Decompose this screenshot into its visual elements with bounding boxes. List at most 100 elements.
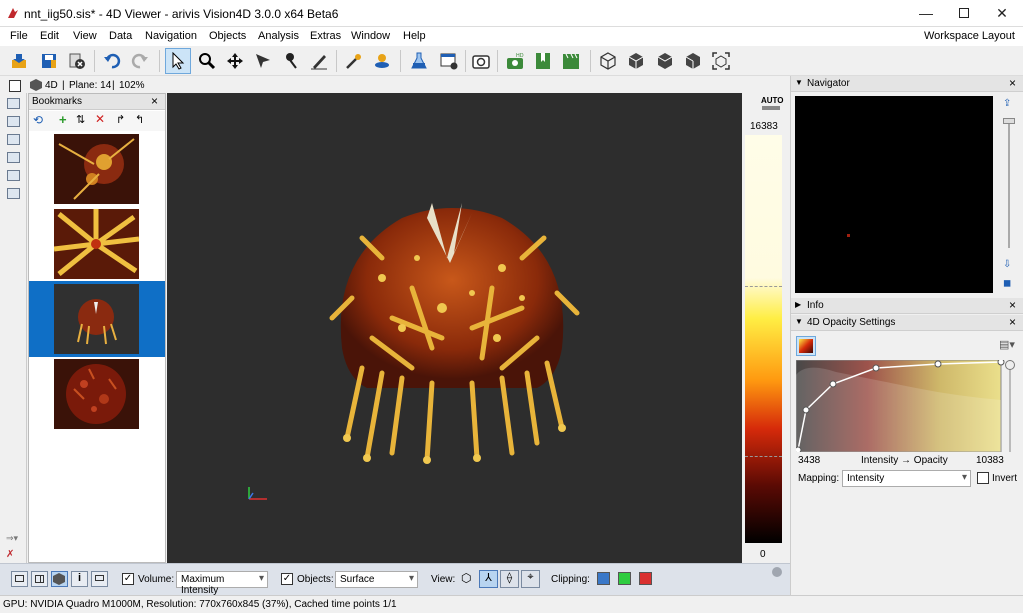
- menu-navigation[interactable]: Navigation: [145, 30, 197, 42]
- fit-view-button[interactable]: [708, 48, 734, 74]
- layout-vertical-icon[interactable]: [7, 134, 20, 145]
- magic-wand-button[interactable]: [341, 48, 367, 74]
- menu-extras[interactable]: Extras: [310, 30, 341, 42]
- view-cube-top-button[interactable]: [652, 48, 678, 74]
- view-free-icon[interactable]: ⬡: [461, 571, 471, 585]
- render-viewport[interactable]: [167, 93, 742, 563]
- analysis-button[interactable]: [406, 48, 432, 74]
- expand-icon[interactable]: ⇒▾: [6, 533, 18, 544]
- navigator-zoom-slider[interactable]: [1008, 118, 1010, 248]
- close-icon[interactable]: ×: [1009, 76, 1016, 90]
- close-icon[interactable]: ×: [1009, 298, 1016, 312]
- presets-icon[interactable]: ▤▾: [999, 338, 1015, 351]
- navigator-preview[interactable]: [795, 96, 993, 293]
- zoom-out-icon[interactable]: ⇩: [1003, 259, 1011, 270]
- delete-icon[interactable]: ✕: [95, 112, 105, 126]
- import-icon[interactable]: ↰: [135, 113, 144, 126]
- layout-single-icon[interactable]: [7, 98, 20, 109]
- layout-nine-icon[interactable]: [7, 188, 20, 199]
- draw-tool-button[interactable]: [306, 48, 332, 74]
- menu-help[interactable]: Help: [403, 30, 426, 42]
- menu-file[interactable]: File: [10, 30, 28, 42]
- object-table-button[interactable]: [436, 48, 462, 74]
- view-presentation-button[interactable]: [91, 571, 108, 587]
- layout-quad-icon[interactable]: [7, 152, 20, 163]
- colormap-button[interactable]: [796, 336, 816, 356]
- pan-tool-button[interactable]: [222, 48, 248, 74]
- zoom-in-icon[interactable]: ⇪: [1003, 98, 1011, 109]
- opacity-scale-slider[interactable]: [1009, 360, 1011, 452]
- close-button[interactable]: ✕: [983, 0, 1021, 26]
- view-3d-button[interactable]: [51, 571, 68, 587]
- layout-six-icon[interactable]: [7, 170, 20, 181]
- layout-horizontal-icon[interactable]: [7, 116, 20, 127]
- bookmark-thumbnail-4[interactable]: [54, 359, 139, 429]
- view-2d-button[interactable]: [11, 571, 28, 587]
- navigate-tool-button[interactable]: [250, 48, 276, 74]
- bookmark-thumbnail-3[interactable]: [54, 284, 139, 354]
- colorbar-lower-marker[interactable]: [745, 456, 782, 457]
- clip-plane-green[interactable]: [618, 572, 631, 585]
- close-document-button[interactable]: [64, 48, 90, 74]
- close-icon[interactable]: ×: [1009, 315, 1016, 329]
- menu-edit[interactable]: Edit: [40, 30, 59, 42]
- bookmark-button[interactable]: [530, 48, 556, 74]
- view-center-button[interactable]: ⌖: [521, 570, 540, 588]
- hd-snapshot-button[interactable]: HD: [502, 48, 528, 74]
- collapse-icon[interactable]: ▼: [795, 317, 803, 326]
- view-cube-side-button[interactable]: [680, 48, 706, 74]
- mapping-dropdown[interactable]: Intensity: [842, 470, 971, 487]
- movie-button[interactable]: [558, 48, 584, 74]
- view-cube-wire-button[interactable]: [595, 48, 621, 74]
- colorbar-gradient[interactable]: [745, 135, 782, 543]
- menu-view[interactable]: View: [73, 30, 97, 42]
- pin-icon[interactable]: ✗: [6, 549, 14, 560]
- region-tool-button[interactable]: [369, 48, 395, 74]
- objects-mode-dropdown[interactable]: Surface: [335, 571, 418, 588]
- info-header[interactable]: ▶ Info ×: [791, 298, 1023, 314]
- colorbar-upper-marker[interactable]: [745, 286, 782, 287]
- view-axes-button[interactable]: ⅄: [479, 570, 498, 588]
- undo-button[interactable]: [99, 48, 125, 74]
- view-plane-button[interactable]: ⟠: [500, 570, 519, 588]
- camera-reset-icon[interactable]: ◼: [1003, 278, 1011, 289]
- menu-window[interactable]: Window: [351, 30, 390, 42]
- view-info-checkbox[interactable]: [9, 80, 21, 92]
- menu-data[interactable]: Data: [109, 30, 132, 42]
- minimize-button[interactable]: —: [907, 0, 945, 26]
- maximize-button[interactable]: [945, 0, 983, 26]
- expand-icon[interactable]: ▶: [795, 300, 801, 309]
- volume-mode-dropdown[interactable]: Maximum Intensity: [176, 571, 268, 596]
- select-tool-button[interactable]: [165, 48, 191, 74]
- bookmark-thumbnail-2[interactable]: [54, 209, 139, 279]
- navigator-header[interactable]: ▼ Navigator ×: [791, 76, 1023, 92]
- export-icon[interactable]: ↱: [116, 113, 125, 126]
- view-info-button[interactable]: i: [71, 571, 88, 587]
- open-button[interactable]: [7, 48, 33, 74]
- sort-icon[interactable]: ⇅: [76, 113, 85, 126]
- menu-objects[interactable]: Objects: [209, 30, 246, 42]
- bar-settings-icon[interactable]: [772, 567, 782, 577]
- auto-slider[interactable]: [762, 106, 780, 110]
- save-button[interactable]: [36, 48, 62, 74]
- menu-analysis[interactable]: Analysis: [258, 30, 299, 42]
- invert-checkbox[interactable]: [977, 472, 989, 484]
- view-tiles-button[interactable]: [31, 571, 48, 587]
- navigator-zoom-handle[interactable]: [1003, 118, 1015, 124]
- volume-checkbox[interactable]: ✓: [122, 573, 134, 585]
- opacity-curve-plot[interactable]: [796, 360, 1016, 452]
- auto-button[interactable]: AUTO: [761, 96, 784, 105]
- view-cube-front-button[interactable]: [623, 48, 649, 74]
- add-icon[interactable]: +: [59, 112, 67, 127]
- clip-plane-red[interactable]: [639, 572, 652, 585]
- close-icon[interactable]: ×: [151, 94, 158, 108]
- opacity-header[interactable]: ▼ 4D Opacity Settings ×: [791, 315, 1023, 331]
- redo-button[interactable]: [127, 48, 153, 74]
- bookmark-thumbnail-1[interactable]: [54, 134, 139, 204]
- objects-checkbox[interactable]: ✓: [281, 573, 293, 585]
- clip-plane-blue[interactable]: [597, 572, 610, 585]
- zoom-tool-button[interactable]: [194, 48, 220, 74]
- refresh-icon[interactable]: ⟲: [33, 113, 43, 127]
- collapse-icon[interactable]: ▼: [795, 78, 803, 87]
- snapshot-button[interactable]: [468, 48, 494, 74]
